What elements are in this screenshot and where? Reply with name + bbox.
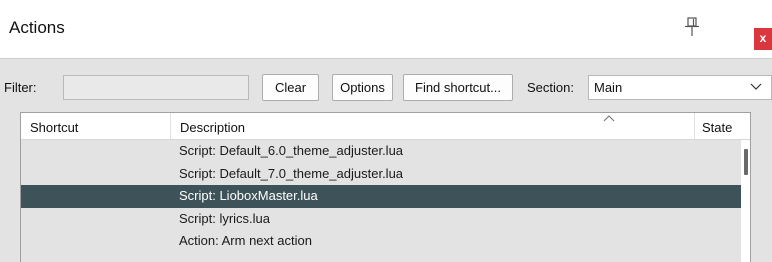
cell-description: Script: Default_7.0_theme_adjuster.lua (179, 165, 404, 181)
table-row[interactable]: Script: lyrics.lua (21, 208, 741, 231)
actions-panel: Filter: Clear Options Find shortcut... S… (0, 58, 772, 262)
filter-label: Filter: (4, 80, 37, 95)
scrollbar-thumb[interactable] (744, 149, 748, 175)
pin-icon[interactable] (682, 16, 702, 38)
column-header-description-label: Description (180, 120, 246, 135)
clear-button[interactable]: Clear (262, 74, 319, 101)
cell-shortcut (21, 185, 171, 208)
cell-shortcut (21, 163, 171, 186)
table-row[interactable]: Script: Default_7.0_theme_adjuster.lua (21, 163, 741, 186)
window-title: Actions (9, 18, 65, 37)
column-header-description[interactable]: Description (171, 113, 695, 139)
list-rows: Script: Default_6.0_theme_adjuster.lua S… (21, 140, 741, 253)
vertical-scrollbar[interactable] (741, 140, 750, 262)
table-row-selected[interactable]: Script: LioboxMaster.lua (21, 185, 741, 208)
cell-description: Action: Arm next action (179, 233, 312, 248)
options-button[interactable]: Options (332, 74, 393, 101)
table-row[interactable]: Action: Arm next action (21, 230, 741, 253)
find-shortcut-button[interactable]: Find shortcut... (403, 74, 513, 101)
column-header-state[interactable]: State (695, 113, 750, 139)
cell-shortcut (21, 140, 171, 163)
cell-description: Script: LioboxMaster.lua (179, 188, 318, 203)
table-row[interactable]: Script: Default_6.0_theme_adjuster.lua (21, 140, 741, 163)
section-select[interactable]: Main (588, 75, 772, 100)
list-header: Shortcut Description State (21, 113, 750, 140)
actions-list[interactable]: Shortcut Description State Script: Defau… (20, 112, 751, 262)
close-icon: x (759, 31, 767, 45)
section-label: Section: (527, 80, 574, 95)
title-bar: Actions x (0, 0, 772, 58)
section-value: Main (594, 80, 623, 95)
cell-description: Script: lyrics.lua (179, 210, 271, 226)
chevron-down-icon (750, 83, 762, 90)
cell-shortcut (21, 208, 171, 231)
cell-shortcut (21, 230, 171, 253)
cell-description: Script: Default_6.0_theme_adjuster.lua (179, 143, 404, 158)
close-button[interactable]: x (754, 28, 772, 50)
filter-input[interactable] (63, 75, 249, 100)
sort-ascending-icon (603, 115, 615, 122)
column-header-shortcut[interactable]: Shortcut (21, 113, 171, 139)
